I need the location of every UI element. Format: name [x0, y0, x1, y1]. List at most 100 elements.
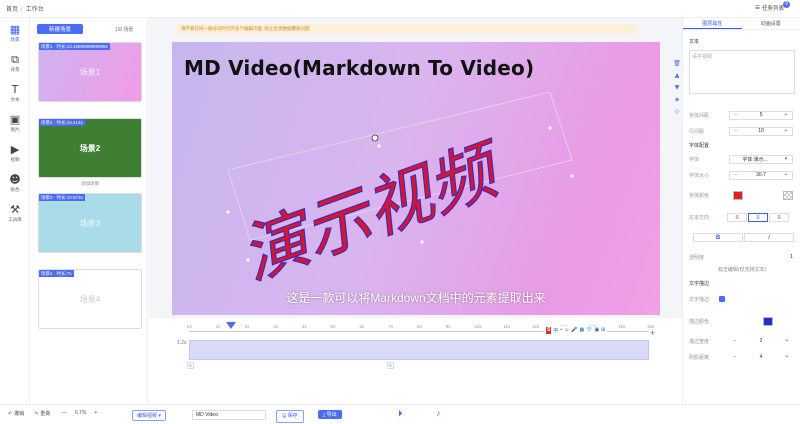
shadow-distance-stepper[interactable]: −4 + — [729, 353, 793, 362]
scene-name: 场景4 — [79, 295, 101, 304]
rail-item-character[interactable]: ☻ 角色 — [0, 168, 30, 198]
play-icon[interactable]: ⏵ — [398, 408, 403, 419]
scene-card-3[interactable]: 场景3 · 时长:10.872s 场景3 — [38, 193, 142, 253]
stack-icon[interactable]: ◇ — [672, 108, 682, 120]
italic-toggle[interactable]: I — [744, 232, 794, 242]
rail-item-background[interactable]: ⧉ 背景 — [0, 48, 30, 78]
task-list-icon: ☰ — [755, 5, 760, 11]
ruler-tick: 7s — [388, 324, 394, 329]
music-icon[interactable]: ♪ — [436, 408, 441, 418]
new-scene-label: 新建场景 — [48, 27, 71, 33]
ime-skin-icon[interactable]: 👕 — [586, 327, 592, 334]
letter-spacing-stepper[interactable]: −5 + — [729, 110, 793, 120]
rotate-handle[interactable] — [371, 134, 379, 142]
opacity-value: 1 — [790, 254, 793, 260]
text-icon: T — [11, 82, 19, 96]
handle[interactable] — [420, 240, 424, 244]
undo-icon: ↶ — [8, 410, 13, 417]
task-list-button[interactable]: ☰ 任务列表 — [755, 4, 784, 12]
undo-button[interactable]: ↶ 撤销 — [8, 410, 25, 418]
font-size-label: 字体大小 — [689, 172, 710, 179]
stroke-color-swatch[interactable] — [763, 316, 773, 326]
ruler-tick: 5s — [330, 324, 336, 329]
tab-animation-settings[interactable]: 动画设置 — [742, 18, 800, 29]
scene-duration-tag: 场景1 · 时长:13.4559999999999s — [39, 43, 110, 50]
export-button[interactable]: ⤓ 导出 — [318, 410, 342, 419]
stroke-width-stepper[interactable]: −2 + — [729, 337, 793, 346]
track-marker[interactable]: 0 — [387, 362, 394, 369]
zoom-in-button[interactable]: + — [94, 410, 97, 416]
font-section-title: 字体配置 — [689, 143, 710, 149]
font-select[interactable]: 字体:演示... ▾ — [729, 154, 793, 164]
rail-item-tools[interactable]: ⚒ 工具库 — [0, 198, 30, 228]
new-scene-button[interactable]: 新建场景 — [37, 24, 83, 34]
undo-label: 撤销 — [14, 411, 25, 417]
align-center-icon[interactable]: ≡ — [748, 212, 768, 222]
stage-subtitle-text[interactable]: 这是一款可以将Markdown文档中的元素提取出来 — [172, 289, 660, 306]
rail-label: 角色 — [10, 186, 20, 192]
ime-keyboard-icon[interactable]: ▦ — [579, 327, 584, 334]
video-stage[interactable]: MD Video(Markdown To Video) 演示视频 这是一款可以将… — [172, 42, 660, 315]
track-marker[interactable]: 0 — [187, 362, 194, 369]
opacity-value-field[interactable]: 1 — [729, 253, 793, 262]
font-select-value: 字体:演示... — [742, 156, 768, 163]
rail-item-scene[interactable]: ▦ 场景 — [0, 18, 30, 48]
rail-item-image[interactable]: ▣ 图片 — [0, 108, 30, 138]
playhead[interactable] — [226, 322, 236, 329]
task-count-badge: 9 — [783, 1, 790, 8]
ime-emoji-icon[interactable]: ☺ — [564, 327, 569, 334]
ruler-tick: 6s — [359, 324, 365, 329]
export-icon: ⤓ — [323, 412, 326, 418]
layer-down-icon[interactable]: ▼ — [672, 84, 682, 96]
add-track-icon[interactable]: + — [650, 328, 655, 338]
timeline-track[interactable] — [189, 340, 649, 360]
ruler-tick: 11s — [503, 324, 511, 329]
font-size-stepper[interactable]: −30.7 + — [729, 170, 793, 180]
ime-tools-icon[interactable]: ▣ — [594, 327, 599, 334]
delete-icon[interactable]: 🗑 — [672, 60, 682, 72]
text-align-label: 文本方向 — [689, 214, 710, 221]
add-scene-link[interactable]: 添加场景 — [38, 181, 142, 187]
scene-duration-tag: 场景4 · 时长:7s — [39, 270, 74, 277]
background-color-swatch[interactable] — [783, 190, 793, 200]
layer-up-icon[interactable]: ▲ — [672, 72, 682, 84]
handle[interactable] — [570, 174, 574, 178]
stroke-width-label: 描边宽度 — [689, 338, 710, 345]
scene-card-4[interactable]: 场景4 · 时长:7s 场景4 — [38, 269, 142, 329]
bold-toggle[interactable]: B — [693, 232, 743, 242]
line-height-stepper[interactable]: −10 + — [729, 126, 793, 136]
text-content-field[interactable]: 请字视频 — [689, 50, 795, 94]
mode-select[interactable]: 编辑视频 ▾ — [132, 410, 166, 421]
project-name-input[interactable]: MD Video — [192, 410, 266, 420]
bottom-bar: ↶ 撤销 ↷ 重做 — 6.7% + 编辑视频 ▾ MD Video 🖫 保存 ⤓ … — [0, 404, 800, 424]
breadcrumb-home[interactable]: 首页 — [6, 7, 18, 13]
rail-item-text[interactable]: T 文本 — [0, 78, 30, 108]
redo-label: 重做 — [40, 411, 51, 417]
ime-toolbar[interactable]: S 中 • ☺ 🎤 ▦ 👕 ▣ ⊞ — [544, 326, 608, 335]
save-button[interactable]: 🖫 保存 — [276, 410, 304, 423]
scene-card-1[interactable]: 场景1 · 时长:13.4559999999999s 场景1 — [38, 42, 142, 102]
zoom-out-button[interactable]: — — [62, 410, 67, 416]
ime-mode[interactable]: 中 — [553, 327, 558, 334]
redo-button[interactable]: ↷ 重做 — [34, 410, 51, 418]
handle[interactable] — [377, 144, 381, 148]
ime-grid-icon[interactable]: ⊞ — [601, 327, 605, 334]
calligraphy-layer[interactable]: 演示视频 — [172, 42, 660, 315]
stroke-checkbox[interactable] — [719, 296, 725, 302]
handle[interactable] — [548, 126, 552, 130]
font-color-swatch[interactable] — [733, 190, 743, 200]
rail-item-video[interactable]: ▶ 视频 — [0, 138, 30, 168]
scene-card-2[interactable]: 场景2 · 时长:10.414s 场景2 — [38, 118, 142, 178]
ruler-tick: 4s — [302, 324, 307, 329]
align-left-icon[interactable]: ≡ — [727, 212, 747, 222]
align-right-icon[interactable]: ≡ — [769, 212, 789, 222]
breadcrumb-workspace[interactable]: 工作台 — [26, 7, 44, 13]
property-panel: 图层属性 动画设置 文本 请字视频 字体间距 −5 + 行间距 −10 + 字体配置… — [682, 18, 800, 404]
stroke-toggle-label: 文字描边 — [689, 296, 710, 303]
ime-voice-icon[interactable]: 🎤 — [571, 327, 577, 334]
layers-icon[interactable]: ◈ — [672, 96, 682, 108]
ruler-tick: 1s — [215, 324, 221, 329]
handle[interactable] — [226, 210, 230, 214]
tab-layer-properties[interactable]: 图层属性 — [683, 18, 742, 29]
ime-punct-icon[interactable]: • — [560, 327, 562, 334]
